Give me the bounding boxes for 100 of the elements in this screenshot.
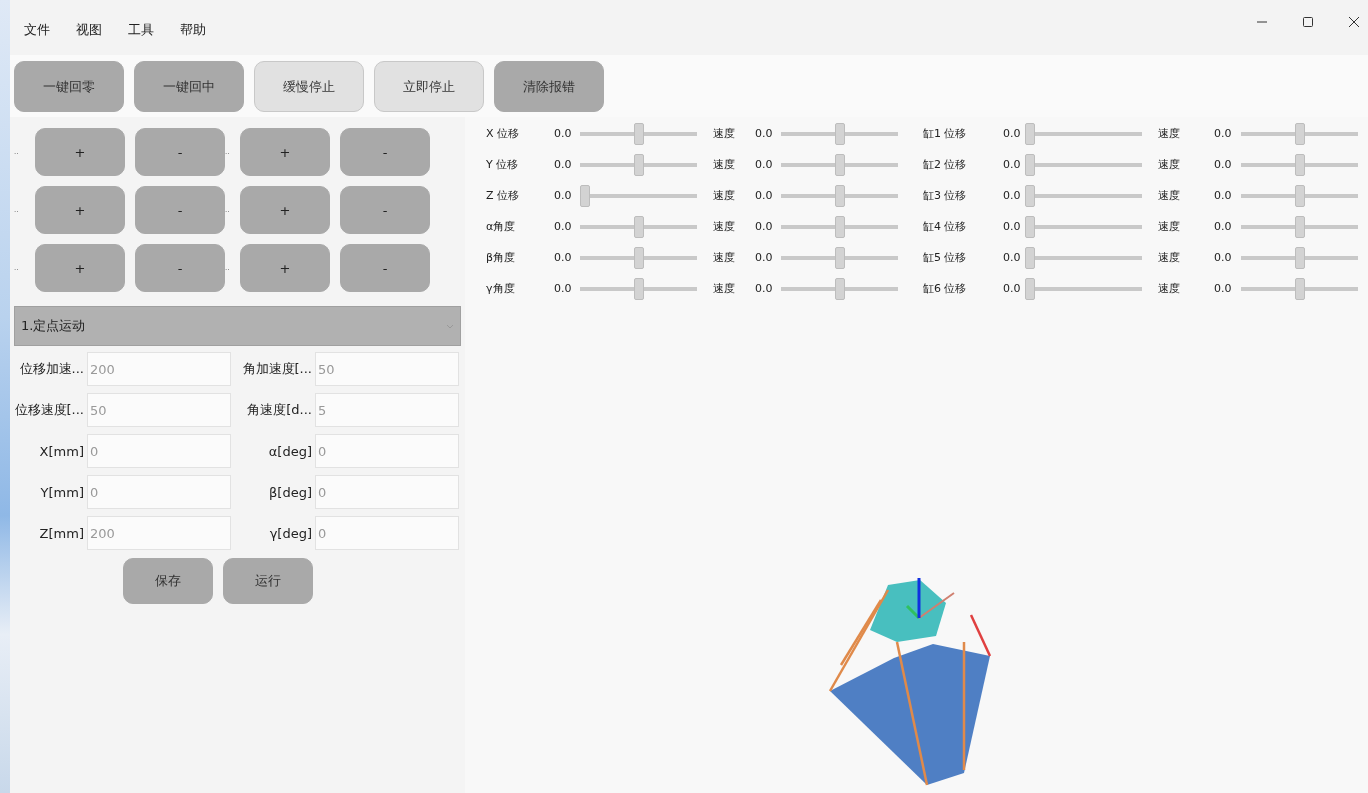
- minus-button[interactable]: -: [340, 244, 430, 292]
- dropdown-value: 1.定点运动: [21, 317, 86, 335]
- slider-thumb[interactable]: [1294, 216, 1305, 238]
- input-field[interactable]: 0: [315, 475, 459, 509]
- menu-item[interactable]: 视图: [76, 20, 102, 39]
- slider-label: 速度: [712, 250, 736, 266]
- form-button[interactable]: 保存: [122, 558, 213, 604]
- slider-label: 缸5 位移: [923, 250, 968, 266]
- input-field[interactable]: 50: [315, 352, 459, 386]
- menu-item[interactable]: 文件: [24, 20, 50, 39]
- slider-thumb[interactable]: [1294, 123, 1305, 145]
- slider-value: 0.0: [1003, 281, 1022, 297]
- slider-value: 0.0: [554, 250, 573, 266]
- menu-item[interactable]: 帮助: [180, 20, 206, 39]
- slider-thumb[interactable]: [834, 123, 845, 145]
- slider-label: β角度: [486, 250, 517, 266]
- field-label: Y[mm]: [39, 484, 84, 500]
- slider-label: 速度: [1157, 126, 1181, 142]
- slider-thumb[interactable]: [1294, 278, 1305, 300]
- slider-thumb[interactable]: [834, 278, 845, 300]
- toolbar-button[interactable]: 一键回中: [134, 61, 244, 112]
- minus-button[interactable]: -: [135, 128, 225, 176]
- slider-value: 0.0: [755, 188, 774, 204]
- input-field[interactable]: 0: [315, 516, 459, 550]
- slider-thumb[interactable]: [834, 216, 845, 238]
- input-field[interactable]: 0: [87, 434, 231, 468]
- input-field[interactable]: 5: [315, 393, 459, 427]
- slider-label: 速度: [1157, 219, 1181, 235]
- plus-button[interactable]: +: [35, 128, 125, 176]
- field-label: α[deg]: [267, 443, 312, 459]
- plus-button[interactable]: +: [240, 244, 330, 292]
- close-icon[interactable]: [1348, 16, 1360, 28]
- slider-thumb[interactable]: [834, 247, 845, 269]
- field-label: 位移加速...: [18, 360, 84, 378]
- slider-label: 缸2 位移: [923, 157, 968, 173]
- slider-label: 缸6 位移: [923, 281, 968, 297]
- slider-value: 0.0: [1003, 219, 1022, 235]
- slider-thumb[interactable]: [1025, 154, 1035, 176]
- minus-button[interactable]: -: [135, 244, 225, 292]
- slider-thumb[interactable]: [633, 123, 644, 145]
- slider-label: 速度: [712, 281, 736, 297]
- slider-thumb[interactable]: [1025, 278, 1035, 300]
- slider-label: 缸3 位移: [923, 188, 968, 204]
- slider-thumb[interactable]: [1025, 123, 1035, 145]
- slider-thumb[interactable]: [1025, 247, 1035, 269]
- slider-value: 0.0: [554, 157, 573, 173]
- slider-label: 速度: [712, 157, 736, 173]
- slider-thumb[interactable]: [834, 154, 845, 176]
- slider-label: X 位移: [486, 126, 521, 142]
- slider-value: 0.0: [1214, 281, 1233, 297]
- slider-value: 0.0: [755, 126, 774, 142]
- slider-value: 0.0: [1214, 219, 1233, 235]
- toolbar-button[interactable]: 清除报错: [494, 61, 604, 112]
- field-label: 位移速度[...: [14, 401, 84, 419]
- slider-thumb[interactable]: [1025, 216, 1035, 238]
- slider-thumb[interactable]: [1294, 247, 1305, 269]
- field-label: 角加速度[...: [241, 360, 312, 378]
- slider-value: 0.0: [1003, 126, 1022, 142]
- toolbar-button[interactable]: 一键回零: [14, 61, 124, 112]
- input-field[interactable]: 0: [315, 434, 459, 468]
- plus-button[interactable]: +: [240, 128, 330, 176]
- maximize-icon[interactable]: [1302, 16, 1314, 28]
- plus-button[interactable]: +: [35, 244, 125, 292]
- slider-value: 0.0: [755, 250, 774, 266]
- plus-button[interactable]: +: [35, 186, 125, 234]
- slider-label: 速度: [712, 188, 736, 204]
- slider-label: Z 位移: [486, 188, 521, 204]
- plus-button[interactable]: +: [240, 186, 330, 234]
- slider-label: 缸4 位移: [923, 219, 968, 235]
- slider-value: 0.0: [554, 126, 573, 142]
- input-field[interactable]: 0: [87, 475, 231, 509]
- mode-dropdown[interactable]: 1.定点运动: [14, 306, 461, 346]
- field-label: γ[deg]: [268, 525, 312, 541]
- minus-button[interactable]: -: [340, 128, 430, 176]
- minus-button[interactable]: -: [340, 186, 430, 234]
- slider-thumb[interactable]: [633, 154, 644, 176]
- field-label: Z[mm]: [38, 525, 84, 541]
- input-field[interactable]: 200: [87, 516, 231, 550]
- input-field[interactable]: 50: [87, 393, 231, 427]
- minus-button[interactable]: -: [135, 186, 225, 234]
- slider-thumb[interactable]: [580, 185, 590, 207]
- toolbar-button[interactable]: 缓慢停止: [254, 61, 364, 112]
- input-field[interactable]: 200: [87, 352, 231, 386]
- slider-thumb[interactable]: [1294, 154, 1305, 176]
- slider-value: 0.0: [1214, 250, 1233, 266]
- slider-label: α角度: [486, 219, 517, 235]
- slider-thumb[interactable]: [633, 278, 644, 300]
- slider-value: 0.0: [1003, 157, 1022, 173]
- menu-item[interactable]: 工具: [128, 20, 154, 39]
- slider-label: 速度: [1157, 281, 1181, 297]
- slider-thumb[interactable]: [1294, 185, 1305, 207]
- slider-thumb[interactable]: [633, 216, 644, 238]
- form-button[interactable]: 运行: [222, 558, 313, 604]
- toolbar-button[interactable]: 立即停止: [374, 61, 484, 112]
- slider-thumb[interactable]: [1025, 185, 1035, 207]
- slider-thumb[interactable]: [834, 185, 845, 207]
- slider-thumb[interactable]: [633, 247, 644, 269]
- slider-value: 0.0: [755, 281, 774, 297]
- slider-label: 速度: [1157, 188, 1181, 204]
- field-label: β[deg]: [268, 484, 312, 500]
